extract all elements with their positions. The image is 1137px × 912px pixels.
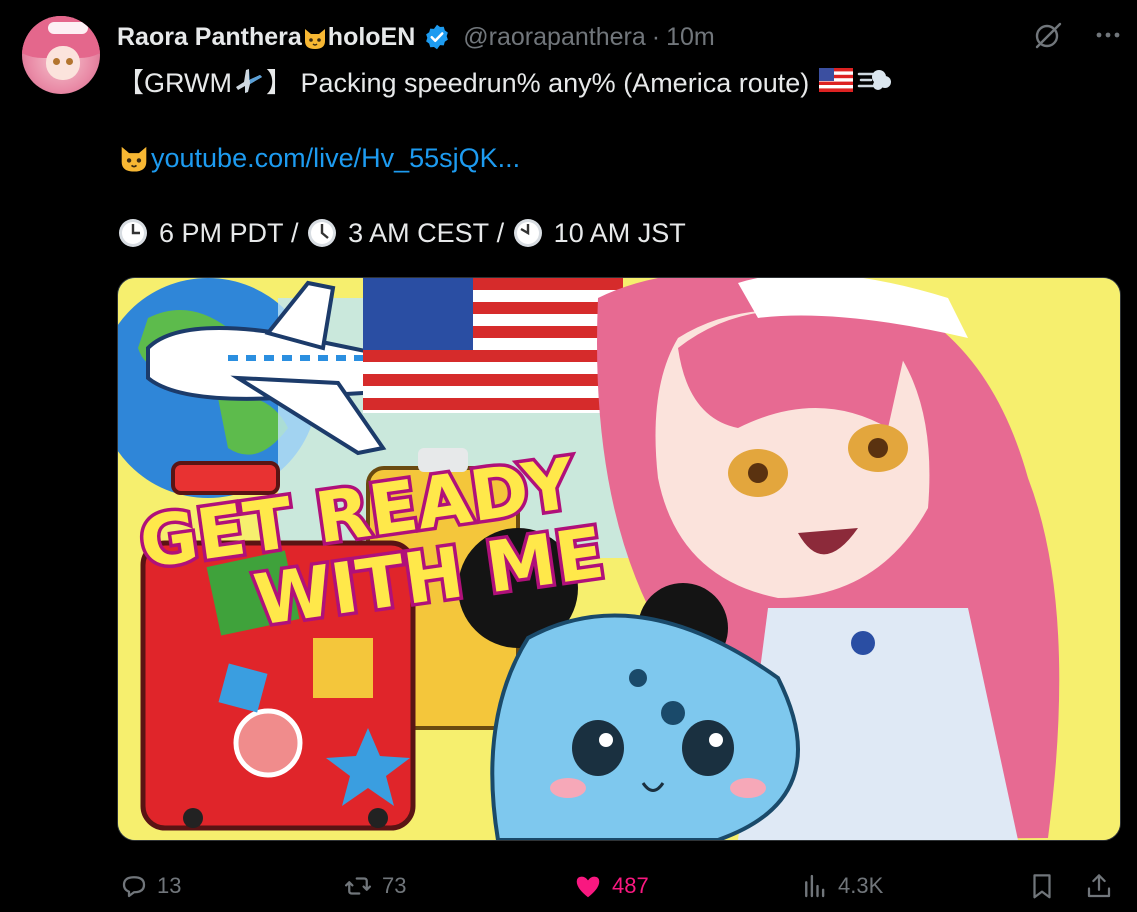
share-button[interactable]	[1084, 868, 1114, 904]
clock-six-emoji-icon	[119, 219, 147, 247]
separator-dot: ·	[651, 22, 661, 51]
repost-icon	[345, 877, 371, 895]
share-icon	[1087, 874, 1111, 898]
tweet-header: Raora Panthera holoEN @raorapanthera · 10…	[117, 20, 715, 54]
stream-thumbnail-illustration: GET READY WITH ME	[118, 278, 1120, 840]
tweet-times-line: 6 PM PDT / 3 AM CEST / 10 AM JST	[117, 213, 686, 253]
reply-button[interactable]: 13	[119, 868, 181, 904]
clock-ten-emoji-icon	[513, 219, 542, 247]
youtube-link[interactable]: youtube.com/live/Hv_55sjQK...	[151, 143, 520, 174]
us-flag-emoji-icon	[819, 68, 854, 92]
tweet-timestamp[interactable]: 10m	[666, 23, 715, 52]
dash-emoji-icon	[858, 70, 892, 90]
tweet-text-line: 【GRWM 】 Packing speedrun% any% (America …	[117, 60, 893, 100]
more-options-icon[interactable]	[1093, 20, 1123, 50]
author-name[interactable]: Raora Panthera holoEN	[117, 23, 415, 52]
heart-filled-icon	[576, 876, 600, 898]
tweet-link-line: youtube.com/live/Hv_55sjQK...	[117, 138, 520, 178]
like-count: 487	[612, 873, 649, 898]
reply-icon	[122, 876, 146, 898]
tweet-media-image[interactable]: GET READY WITH ME	[117, 277, 1121, 841]
cat-face-emoji-icon	[121, 146, 147, 172]
clock-three-emoji-icon	[308, 219, 337, 247]
analytics-icon	[805, 874, 825, 898]
author-avatar[interactable]	[22, 16, 100, 94]
reply-count: 13	[157, 873, 182, 898]
bookmark-button[interactable]	[1027, 868, 1057, 904]
airplane-emoji-icon	[236, 69, 262, 93]
repost-button[interactable]: 73	[342, 868, 406, 904]
tweet-top-actions	[1033, 20, 1123, 50]
repost-count: 73	[382, 873, 407, 898]
bookmark-icon	[1033, 874, 1051, 899]
grok-icon[interactable]	[1033, 20, 1063, 50]
us-flag-illustration	[363, 278, 623, 413]
tweet-action-bar: 13 73 487 4.3K	[117, 868, 1119, 904]
verified-badge-icon	[426, 24, 449, 50]
like-button[interactable]: 487	[572, 868, 649, 904]
cat-face-emoji-icon	[302, 25, 328, 51]
author-handle[interactable]: @raorapanthera	[463, 23, 645, 52]
views-count: 4.3K	[838, 873, 884, 898]
views-button[interactable]: 4.3K	[800, 868, 883, 904]
